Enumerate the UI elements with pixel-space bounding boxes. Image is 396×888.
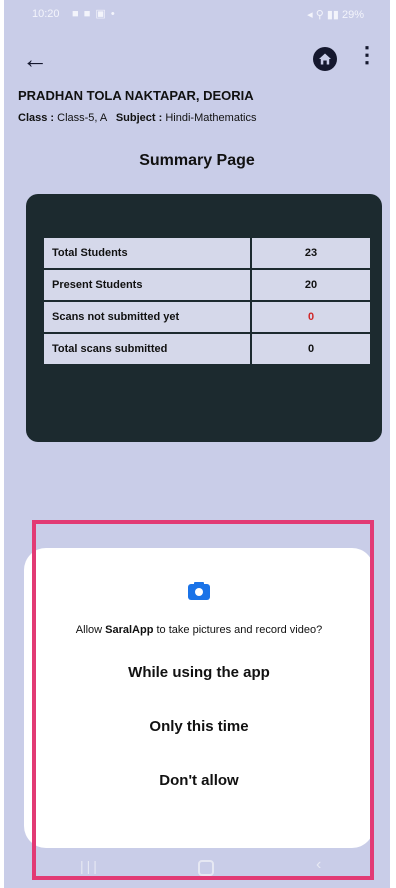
row-value: 20 (250, 268, 372, 302)
summary-table: Total Students 23 Present Students 20 Sc… (42, 236, 372, 366)
class-value: Class-5, A (57, 112, 107, 124)
row-label: Present Students (42, 268, 252, 302)
subject-label: Subject : (115, 112, 163, 124)
back-arrow-icon[interactable]: ← (22, 44, 48, 75)
page-title: Summary Page (139, 152, 255, 169)
table-row: Total scans submitted 0 (42, 332, 372, 366)
more-options-icon[interactable]: ⋮ (356, 42, 378, 68)
class-label: Class : (18, 112, 55, 124)
summary-card: Total Students 23 Present Students 20 Sc… (26, 194, 382, 442)
app-bar: ← ⋮ (4, 36, 390, 80)
highlight-annotation-box (32, 520, 374, 880)
subject-value: Hindi-Mathematics (165, 112, 257, 124)
home-icon[interactable] (312, 46, 338, 72)
system-status-icons: ◂ ⚲ ▮▮ 29% (307, 9, 364, 21)
table-row: Total Students 23 (42, 236, 372, 270)
row-label: Scans not submitted yet (42, 300, 252, 334)
status-bar: 10:20 ■ ■ ▣ • ◂ ⚲ ▮▮ 29% (4, 0, 390, 28)
row-value: 23 (250, 236, 372, 270)
class-subject-line: Class : Class-5, A Subject : Hindi-Mathe… (18, 112, 256, 124)
status-time: 10:20 (32, 8, 60, 20)
table-row: Present Students 20 (42, 268, 372, 302)
notification-icons: ■ ■ ▣ • (72, 8, 116, 20)
row-value: 0 (250, 300, 372, 334)
row-label: Total scans submitted (42, 332, 252, 366)
table-row: Scans not submitted yet 0 (42, 300, 372, 334)
row-label: Total Students (42, 236, 252, 270)
school-name: PRADHAN TOLA NAKTAPAR, DEORIA (18, 88, 254, 103)
row-value: 0 (250, 332, 372, 366)
